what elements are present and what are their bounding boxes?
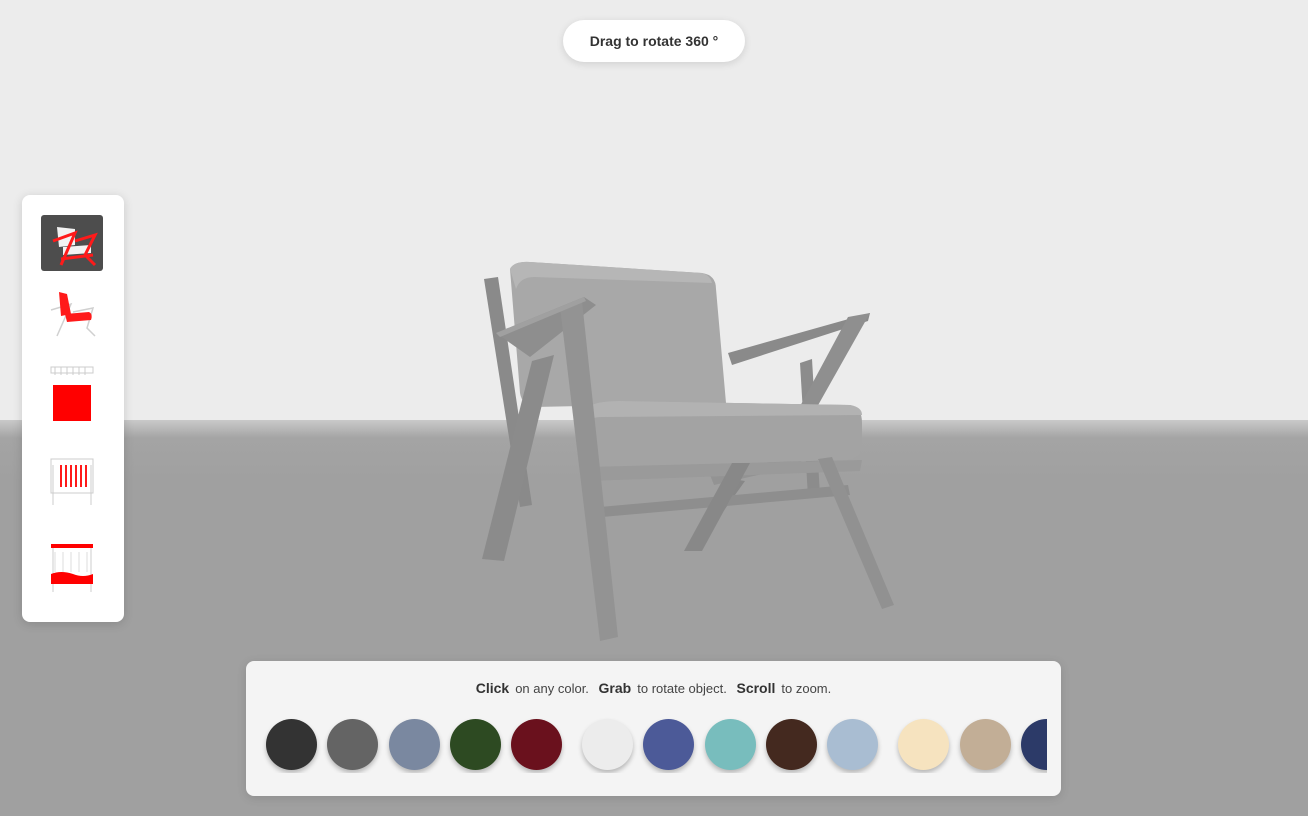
chair-frame-icon	[52, 227, 98, 267]
part-back-cushion-button[interactable]	[41, 366, 103, 423]
color-swatch[interactable]	[1021, 719, 1047, 770]
color-swatch[interactable]	[827, 719, 878, 770]
rotate-hint-text: Drag to rotate 360 °	[589, 33, 719, 49]
part-frame-button[interactable]	[41, 215, 103, 271]
part-seat-straps-button[interactable]	[41, 540, 103, 596]
rotate-hint-pill: Drag to rotate 360 °	[563, 20, 745, 62]
instruction-grab-label: Grab	[598, 680, 632, 696]
part-back-straps-button[interactable]	[41, 453, 103, 509]
instruction-click-text: on any color.	[515, 681, 589, 696]
back-straps-icon	[50, 458, 94, 505]
color-swatch-track[interactable]	[262, 713, 1047, 773]
color-swatch[interactable]	[643, 719, 694, 770]
color-swatch[interactable]	[898, 719, 949, 770]
color-swatch[interactable]	[582, 719, 633, 770]
color-swatch[interactable]	[389, 719, 440, 770]
color-swatch[interactable]	[766, 719, 817, 770]
part-cushion-button[interactable]	[41, 285, 103, 341]
color-swatch[interactable]	[450, 719, 501, 770]
seat-straps-icon	[51, 544, 93, 592]
color-picker-bar: Click on any color. Grab to rotate object.…	[246, 661, 1061, 796]
color-swatch[interactable]	[705, 719, 756, 770]
back-cushion-icon	[50, 366, 94, 421]
color-swatch[interactable]	[511, 719, 562, 770]
instruction-scroll-label: Scroll	[736, 680, 776, 696]
part-selector-panel	[22, 195, 124, 622]
instructions-text: Click on any color. Grab to rotate object.…	[246, 680, 1061, 696]
color-swatch[interactable]	[327, 719, 378, 770]
instruction-grab-text: to rotate object.	[637, 681, 727, 696]
color-swatch[interactable]	[960, 719, 1011, 770]
color-swatch[interactable]	[266, 719, 317, 770]
instruction-scroll-text: to zoom.	[781, 681, 832, 696]
chair-model[interactable]	[470, 255, 900, 650]
instruction-click-label: Click	[475, 680, 510, 696]
chair-cushion-icon	[50, 292, 96, 337]
